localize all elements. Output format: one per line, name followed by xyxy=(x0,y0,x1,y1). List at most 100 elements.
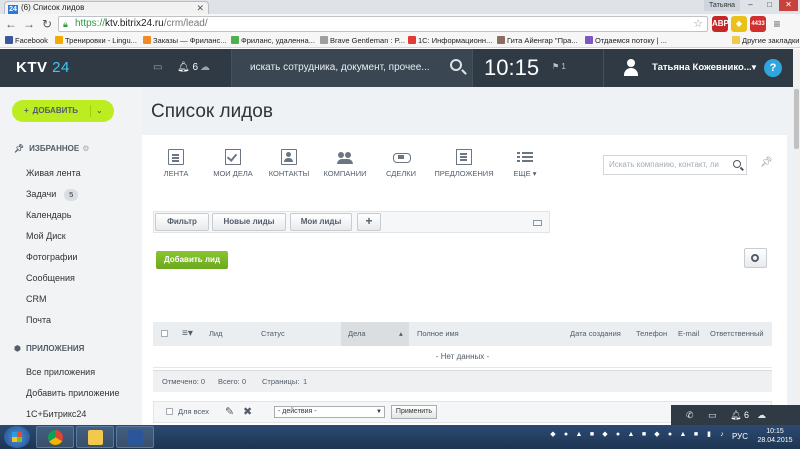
column-phone[interactable]: Телефон xyxy=(636,322,667,346)
select-all-checkbox[interactable] xyxy=(161,330,168,337)
tray-icon[interactable]: ■ xyxy=(639,429,649,440)
portal-logo[interactable]: KTV 24 xyxy=(16,59,70,77)
tray-icon[interactable]: ◆ xyxy=(548,429,558,440)
gear-icon[interactable]: ⚙ xyxy=(82,144,89,153)
other-bookmarks[interactable]: Другие закладки xyxy=(732,34,799,47)
scrollbar-thumb[interactable] xyxy=(794,89,799,149)
tray-icon[interactable]: ● xyxy=(613,429,623,440)
page-number[interactable]: 1 xyxy=(303,371,307,393)
header-clock[interactable]: 10:15 xyxy=(484,55,539,81)
sidebar-item-1c[interactable]: 1С+Битрикс24 xyxy=(26,408,86,420)
crm-nav-contacts[interactable]: КОНТАКТЫ xyxy=(257,149,321,179)
bookmark-item[interactable]: Заказы — Фриланс... xyxy=(143,34,226,47)
edit-icon[interactable]: ✎ xyxy=(225,402,234,422)
mail-badge-icon[interactable]: 4433 xyxy=(750,16,766,32)
new-leads-filter-button[interactable]: Новые лиды xyxy=(212,213,286,231)
crm-nav-offers[interactable]: ПРЕДЛОЖЕНИЯ xyxy=(432,149,496,179)
chevron-down-icon[interactable]: ▼ xyxy=(750,63,758,72)
tray-icon[interactable]: ◆ xyxy=(600,429,610,440)
cloud-icon[interactable]: ☁ xyxy=(757,408,766,422)
delete-icon[interactable]: ✖ xyxy=(243,402,252,422)
sidebar-item-calendar[interactable]: Календарь xyxy=(26,209,71,221)
tray-icon[interactable]: ◆ xyxy=(652,429,662,440)
maximize-icon[interactable]: □ xyxy=(760,0,779,11)
tray-icon[interactable]: ● xyxy=(665,429,675,440)
back-icon[interactable]: ← xyxy=(4,17,18,31)
column-menu-icon[interactable]: ≡▾ xyxy=(182,322,193,346)
bookmark-item[interactable]: Facebook xyxy=(5,34,48,47)
add-filter-button[interactable]: + xyxy=(357,213,381,231)
minimize-icon[interactable]: – xyxy=(741,0,760,11)
user-avatar-icon[interactable] xyxy=(624,59,638,76)
crm-nav-more[interactable]: ЕЩЕ ▾ xyxy=(493,149,557,179)
crm-nav-companies[interactable]: КОМПАНИИ xyxy=(313,149,377,179)
menu-icon[interactable]: ≡ xyxy=(769,16,785,32)
column-responsible[interactable]: Ответственный xyxy=(710,322,764,346)
bookmark-item[interactable]: Фриланс, удаленна... xyxy=(231,34,315,47)
apply-button[interactable]: Применить xyxy=(391,405,437,419)
add-button[interactable]: + ДОБАВИТЬ ⌄ xyxy=(12,100,114,122)
sidebar-item-mail[interactable]: Почта xyxy=(26,314,51,326)
taskbar-word[interactable] xyxy=(116,426,154,448)
page-scrollbar[interactable] xyxy=(793,49,800,425)
volume-icon[interactable]: ♪ xyxy=(717,429,727,440)
bookmark-item[interactable]: Гита Айенгар "Пра... xyxy=(497,34,578,47)
start-button[interactable] xyxy=(4,426,30,448)
chat-icon[interactable]: ▭ xyxy=(153,61,162,75)
column-lead[interactable]: Лид xyxy=(209,322,223,346)
crm-nav-my-tasks[interactable]: МОИ ДЕЛА xyxy=(201,149,265,179)
my-leads-filter-button[interactable]: Мои лиды xyxy=(290,213,352,231)
column-activities[interactable]: Дела xyxy=(348,322,366,346)
tray-icon[interactable]: ■ xyxy=(691,429,701,440)
chat-icon[interactable]: ▭ xyxy=(708,408,717,422)
sidebar-item-drive[interactable]: Мой Диск xyxy=(26,230,66,242)
grid-settings-button[interactable] xyxy=(744,248,767,268)
im-notifications[interactable]: 🔔︎ 6 xyxy=(730,408,749,422)
sidebar-item-photos[interactable]: Фотографии xyxy=(26,251,77,263)
bookmark-item[interactable]: Brave Gentleman : P... xyxy=(320,34,405,47)
actions-select[interactable]: - действия - ▼ xyxy=(274,406,385,418)
language-indicator[interactable]: РУС xyxy=(732,432,748,441)
sidebar-item-tasks[interactable]: Задачи 5 xyxy=(26,188,79,201)
sidebar-item-messages[interactable]: Сообщения xyxy=(26,272,75,284)
crm-nav-feed[interactable]: ЛЕНТА xyxy=(144,149,208,179)
taskbar-explorer[interactable] xyxy=(76,426,114,448)
tray-icon[interactable]: ■ xyxy=(587,429,597,440)
sidebar-item-add-app[interactable]: Добавить приложение xyxy=(26,387,119,399)
user-name[interactable]: Татьяна Кожевнико... xyxy=(652,61,752,75)
sidebar-item-live-feed[interactable]: Живая лента xyxy=(26,167,81,179)
collapse-filter-icon[interactable] xyxy=(533,220,542,226)
browser-tab[interactable]: 24 (6) Список лидов ✕ xyxy=(4,1,209,14)
column-status[interactable]: Статус xyxy=(261,322,285,346)
column-email[interactable]: E-mail xyxy=(678,322,699,346)
network-icon[interactable]: ▮ xyxy=(704,429,714,440)
pin-icon[interactable]: 📌︎ xyxy=(760,157,773,168)
adblock-icon[interactable]: ABP xyxy=(712,16,729,32)
taskbar-chrome[interactable] xyxy=(36,426,74,448)
extension-icon[interactable]: ◆ xyxy=(731,16,747,32)
phone-icon[interactable]: ✆ xyxy=(686,408,694,422)
tray-icon[interactable]: ▲ xyxy=(678,429,688,440)
favorites-section-title[interactable]: 📌︎ ИЗБРАННОЕ ⚙ xyxy=(14,144,89,153)
bookmark-star-icon[interactable]: ☆ xyxy=(693,17,703,31)
bookmark-item[interactable]: Тренировки - Lingu... xyxy=(55,34,137,47)
chevron-down-icon[interactable]: ⌄ xyxy=(96,100,103,122)
header-search-input[interactable]: искать сотрудника, документ, прочее... xyxy=(250,61,430,75)
bookmark-item[interactable]: Отдаемся потоку | ... xyxy=(585,34,667,47)
cloud-icon[interactable]: ☁ xyxy=(200,61,210,75)
apps-section-title[interactable]: ⬢ ПРИЛОЖЕНИЯ xyxy=(14,344,84,353)
bookmark-item[interactable]: 1С: Информационн... xyxy=(408,34,492,47)
header-search[interactable]: искать сотрудника, документ, прочее... xyxy=(232,49,472,87)
forward-icon[interactable]: → xyxy=(22,17,36,31)
help-button[interactable]: ? xyxy=(764,59,782,77)
tray-icon[interactable]: ▲ xyxy=(626,429,636,440)
for-all-checkbox[interactable] xyxy=(166,408,173,415)
sort-asc-icon[interactable]: ▴ xyxy=(399,322,403,346)
window-close-icon[interactable]: ✕ xyxy=(779,0,798,11)
taskbar-clock[interactable]: 10:15 28.04.2015 xyxy=(754,427,796,445)
crm-search-input[interactable]: Искать компанию, контакт, ли xyxy=(603,155,747,175)
search-icon[interactable] xyxy=(450,59,462,71)
column-created[interactable]: Дата создания xyxy=(570,322,621,346)
filter-button[interactable]: Фильтр xyxy=(155,213,209,231)
notifications-button[interactable]: 🔔︎ 6 xyxy=(177,61,198,75)
